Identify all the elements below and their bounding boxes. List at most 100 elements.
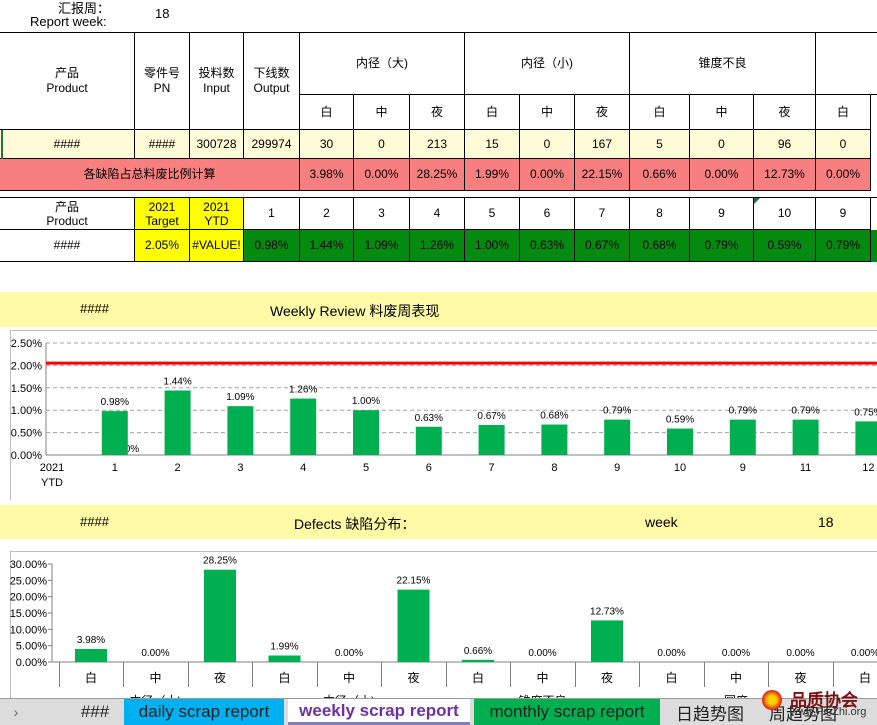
tab-weekly-scrap-report[interactable]: weekly scrap report bbox=[288, 699, 470, 725]
ratio-label-cell[interactable]: 各缺陷占总料废比例计算 bbox=[0, 159, 300, 191]
defects-code: #### bbox=[80, 514, 109, 529]
selection-handle bbox=[1, 130, 3, 159]
group-header-taper[interactable]: 锥度不良 bbox=[630, 33, 816, 95]
week-header[interactable]: 3 bbox=[354, 198, 410, 230]
shift-header[interactable]: 中 bbox=[354, 95, 410, 130]
weekly-review-band: #### Weekly Review 料废周表现 bbox=[0, 292, 877, 327]
target-header[interactable]: 2021 Target bbox=[135, 198, 190, 230]
pct-cell[interactable]: 0.66% bbox=[630, 159, 690, 191]
week-header[interactable]: 6 bbox=[520, 198, 575, 230]
defects-week-label: week bbox=[645, 514, 678, 530]
weekly-product-cell[interactable]: #### bbox=[0, 230, 135, 262]
week-header[interactable]: 9 bbox=[690, 198, 754, 230]
pct-cell[interactable]: 22.15% bbox=[575, 159, 630, 191]
week-value-cell[interactable]: 0.59% bbox=[754, 230, 816, 262]
count-cell[interactable]: 5 bbox=[630, 130, 690, 159]
count-cell[interactable]: 96 bbox=[754, 130, 816, 159]
shift-header[interactable]: 夜 bbox=[410, 95, 465, 130]
shift-header[interactable]: 白 bbox=[300, 95, 354, 130]
shift-header[interactable]: 中 bbox=[520, 95, 575, 130]
pct-cell[interactable]: 0.00% bbox=[354, 159, 410, 191]
week-header[interactable]: 4 bbox=[410, 198, 465, 230]
data-label: 0.66% bbox=[464, 646, 492, 657]
data-label: 3.98% bbox=[77, 635, 105, 646]
data-label: 1.99% bbox=[270, 641, 298, 652]
bar bbox=[855, 421, 877, 455]
count-cell[interactable]: 0 bbox=[520, 130, 575, 159]
count-cell[interactable]: 15 bbox=[465, 130, 520, 159]
pct-cell[interactable]: 0.00% bbox=[690, 159, 754, 191]
shift-header[interactable]: 中 bbox=[690, 95, 754, 130]
tab-daily-scrap-report[interactable]: daily scrap report bbox=[124, 699, 284, 725]
pn-header[interactable]: 零件号 PN bbox=[135, 33, 190, 130]
count-cell[interactable]: 0 bbox=[354, 130, 410, 159]
product-cell[interactable]: #### bbox=[0, 130, 135, 159]
report-week-value[interactable]: 18 bbox=[155, 6, 169, 21]
pct-cell[interactable]: 3.98% bbox=[300, 159, 354, 191]
count-cell[interactable]: 0 bbox=[816, 130, 871, 159]
group-header-inner-large[interactable]: 内径（大) bbox=[300, 33, 465, 95]
shift-header[interactable]: 白 bbox=[816, 95, 871, 130]
output-cell[interactable]: 299974 bbox=[244, 130, 300, 159]
group-header-partial[interactable] bbox=[816, 33, 877, 95]
count-cell[interactable]: 213 bbox=[410, 130, 465, 159]
shift-header[interactable]: 白 bbox=[630, 95, 690, 130]
ytd-header[interactable]: 2021 YTD bbox=[190, 198, 244, 230]
pct-cell[interactable]: 0.00% bbox=[816, 159, 871, 191]
week-value-cell[interactable]: 1.00% bbox=[465, 230, 520, 262]
input-header[interactable]: 投料数 Input bbox=[190, 33, 244, 130]
week-header[interactable]: 9 bbox=[816, 198, 871, 230]
week-value-cell[interactable]: 0.68% bbox=[630, 230, 690, 262]
y-tick-label: 10.00% bbox=[10, 624, 48, 636]
week-value-cell[interactable]: 1.09% bbox=[354, 230, 410, 262]
weekly-scrap-chart[interactable]: 0.00%0.50%1.00%1.50%2.00%2.50%2021YTD0.0… bbox=[0, 330, 877, 500]
week-header[interactable]: 8 bbox=[630, 198, 690, 230]
tab-scroll-arrow[interactable]: › bbox=[6, 699, 26, 725]
y-tick-label: 25.00% bbox=[10, 575, 48, 587]
week-value-cell[interactable]: 1.44% bbox=[300, 230, 354, 262]
ytd-cell[interactable]: #VALUE! bbox=[190, 230, 244, 262]
shift-header[interactable]: 夜 bbox=[575, 95, 630, 130]
week-value-cell[interactable]: 0.79% bbox=[816, 230, 871, 262]
week-value-cell[interactable]: 1.26% bbox=[410, 230, 465, 262]
data-label: 1.00% bbox=[352, 396, 380, 407]
tab-daily-trend[interactable]: 日趋势图 bbox=[666, 699, 754, 725]
defects-distribution-chart[interactable]: 0.00% 5.00% 10.00% 15.00% 20.00% 25.00% 30.00%… bbox=[0, 551, 877, 698]
weekly-product-header[interactable]: 产品 Product bbox=[0, 198, 135, 230]
group-header-inner-small[interactable]: 内径（小) bbox=[465, 33, 630, 95]
week-value-cell[interactable]: 0.79% bbox=[690, 230, 754, 262]
bar bbox=[164, 390, 191, 455]
x-tick-label: 3 bbox=[237, 462, 243, 474]
count-cell[interactable]: 0 bbox=[690, 130, 754, 159]
week-header[interactable]: 1 bbox=[244, 198, 300, 230]
tab-hash[interactable]: ### bbox=[70, 699, 120, 725]
output-header[interactable]: 下线数 Output bbox=[244, 33, 300, 130]
pn-cell[interactable]: #### bbox=[135, 130, 190, 159]
week-value-cell[interactable]: 0.67% bbox=[575, 230, 630, 262]
week-header[interactable]: 2 bbox=[300, 198, 354, 230]
pct-cell[interactable]: 28.25% bbox=[410, 159, 465, 191]
input-cell[interactable]: 300728 bbox=[190, 130, 244, 159]
week-value-cell[interactable]: 0.98% bbox=[244, 230, 300, 262]
pct-cell[interactable]: 0.00% bbox=[520, 159, 575, 191]
week-value-cell[interactable]: 0.63% bbox=[520, 230, 575, 262]
defects-week-value: 18 bbox=[818, 514, 834, 530]
pct-cell[interactable]: 1.99% bbox=[465, 159, 520, 191]
count-cell[interactable]: 167 bbox=[575, 130, 630, 159]
data-label: 0.98% bbox=[101, 397, 129, 408]
week-header[interactable]: 7 bbox=[575, 198, 630, 230]
target-cell[interactable]: 2.05% bbox=[135, 230, 190, 262]
x-tick-label: 10 bbox=[674, 462, 686, 474]
count-cell[interactable]: 30 bbox=[300, 130, 354, 159]
week-header[interactable]: 10 bbox=[754, 198, 816, 230]
x-tick-label: 2 bbox=[175, 462, 181, 474]
week-header[interactable]: 5 bbox=[465, 198, 520, 230]
weekly-review-title: Weekly Review 料废周表现 bbox=[270, 303, 440, 319]
report-week-label-en: Report week: bbox=[30, 14, 107, 29]
tab-monthly-scrap-report[interactable]: monthly scrap report bbox=[474, 699, 660, 725]
pct-cell[interactable]: 12.73% bbox=[754, 159, 816, 191]
product-header[interactable]: 产品 Product bbox=[0, 33, 135, 130]
shift-header[interactable]: 白 bbox=[465, 95, 520, 130]
shift-header[interactable]: 夜 bbox=[754, 95, 816, 130]
data-label: 28.25% bbox=[203, 556, 237, 567]
